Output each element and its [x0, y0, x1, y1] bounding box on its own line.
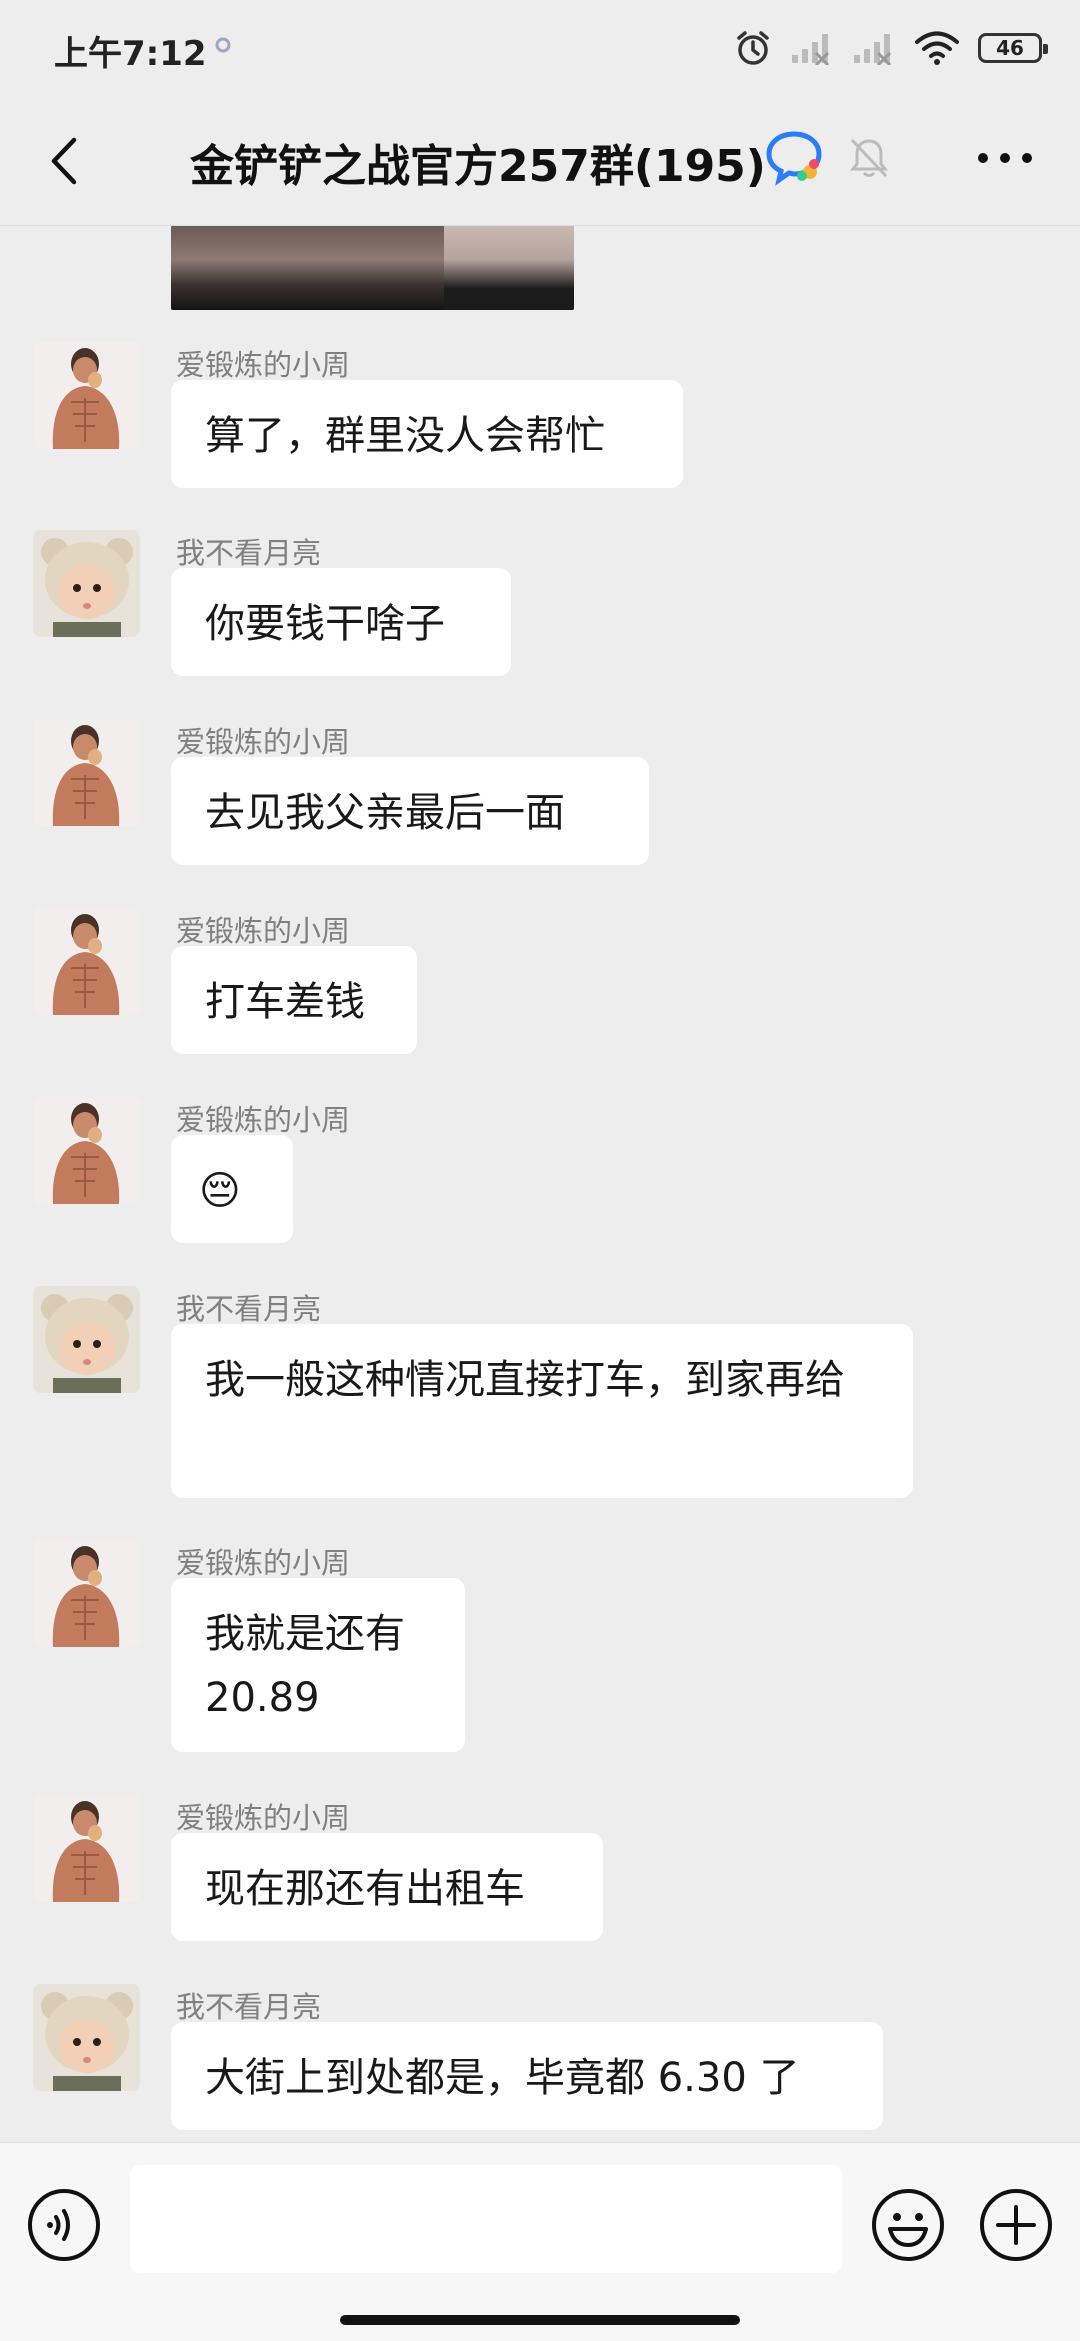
bell-muted-icon [849, 138, 889, 178]
message-bubble[interactable]: 我就是还有20.89 [171, 1578, 465, 1752]
avatar[interactable] [33, 530, 140, 637]
sender-name: 爱锻炼的小周 [176, 348, 351, 382]
avatar[interactable] [33, 908, 140, 1015]
emoji-button[interactable] [870, 2187, 946, 2263]
chevron-left-icon [51, 137, 77, 185]
title-bar: 金铲铲之战官方257群(195) [0, 96, 1080, 226]
message-item: 爱锻炼的小周 现在那还有出租车 [0, 1795, 1080, 1955]
avatar[interactable] [33, 1540, 140, 1647]
message-input[interactable] [130, 2165, 842, 2273]
message-bubble[interactable]: 打车差钱 [171, 946, 417, 1054]
more-button[interactable] [970, 136, 1040, 180]
avatar[interactable] [33, 1795, 140, 1902]
smile-icon [872, 2189, 944, 2261]
muscle-man-avatar-icon [33, 908, 140, 1015]
muscle-man-avatar-icon [33, 1097, 140, 1204]
baby-bear-hat-avatar-icon [33, 530, 140, 637]
signal-icon-2 [854, 34, 892, 65]
status-icons: 46 [734, 22, 1048, 74]
message-bubble[interactable]: 现在那还有出租车 [171, 1833, 603, 1941]
wifi-icon [915, 31, 959, 65]
avatar[interactable] [33, 1097, 140, 1204]
sender-name: 爱锻炼的小周 [176, 914, 351, 948]
image-message[interactable] [171, 226, 574, 310]
muscle-man-avatar-icon [33, 1540, 140, 1647]
message-item: 爱锻炼的小周 😔 [0, 1097, 1080, 1257]
home-indicator[interactable] [340, 2315, 740, 2325]
message-bubble[interactable]: 😔 [171, 1135, 293, 1243]
avatar[interactable] [33, 1286, 140, 1393]
plus-button[interactable] [978, 2187, 1054, 2263]
message-list[interactable]: 爱锻炼的小周 算了，群里没人会帮忙 我不看月亮 你要钱干啥子 爱锻炼的小周 去见… [0, 226, 1080, 2142]
baby-bear-hat-avatar-icon [33, 1286, 140, 1393]
message-bubble[interactable]: 算了，群里没人会帮忙 [171, 380, 683, 488]
voice-icon [28, 2189, 100, 2261]
status-bar: 上午7:12 46 [0, 0, 1080, 96]
signal-icon [792, 34, 830, 65]
muscle-man-avatar-icon [33, 719, 140, 826]
avatar[interactable] [33, 342, 140, 449]
notification-icon [215, 37, 231, 53]
sender-name: 爱锻炼的小周 [176, 725, 351, 759]
input-bar [0, 2142, 1080, 2341]
muscle-man-avatar-icon [33, 1795, 140, 1902]
message-item: 爱锻炼的小周 去见我父亲最后一面 [0, 719, 1080, 879]
message-item: 我不看月亮 我一般这种情况直接打车，到家再给 [0, 1286, 1080, 1516]
message-bubble[interactable]: 我一般这种情况直接打车，到家再给 [171, 1324, 913, 1498]
message-item: 爱锻炼的小周 打车差钱 [0, 908, 1080, 1068]
back-button[interactable] [30, 126, 100, 196]
message-item: 爱锻炼的小周 我就是还有20.89 [0, 1540, 1080, 1770]
qq-logo-icon[interactable] [766, 130, 824, 186]
plus-icon [980, 2189, 1052, 2261]
avatar[interactable] [33, 1984, 140, 2091]
message-bubble[interactable]: 你要钱干啥子 [171, 568, 511, 676]
baby-bear-hat-avatar-icon [33, 1984, 140, 2091]
battery-icon: 46 [978, 33, 1048, 63]
avatar[interactable] [33, 719, 140, 826]
message-bubble[interactable]: 去见我父亲最后一面 [171, 757, 649, 865]
message-item: 我不看月亮 你要钱干啥子 [0, 530, 1080, 690]
sender-name: 爱锻炼的小周 [176, 1546, 351, 1580]
alarm-icon [737, 31, 769, 65]
chat-title: 金铲铲之战官方257群(195) [190, 141, 766, 192]
sender-name: 我不看月亮 [176, 536, 322, 570]
sender-name: 我不看月亮 [176, 1990, 322, 2024]
message-bubble[interactable]: 大街上到处都是，毕竟都 6.30 了 [171, 2022, 883, 2130]
status-time: 上午7:12 [54, 34, 207, 74]
sender-name: 爱锻炼的小周 [176, 1801, 351, 1835]
voice-button[interactable] [26, 2187, 102, 2263]
message-item: 爱锻炼的小周 算了，群里没人会帮忙 [0, 342, 1080, 502]
sender-name: 爱锻炼的小周 [176, 1103, 351, 1137]
sender-name: 我不看月亮 [176, 1292, 322, 1326]
ellipsis-icon [978, 153, 1032, 163]
message-item: 我不看月亮 大街上到处都是，毕竟都 6.30 了 [0, 1984, 1080, 2142]
muscle-man-avatar-icon [33, 342, 140, 449]
